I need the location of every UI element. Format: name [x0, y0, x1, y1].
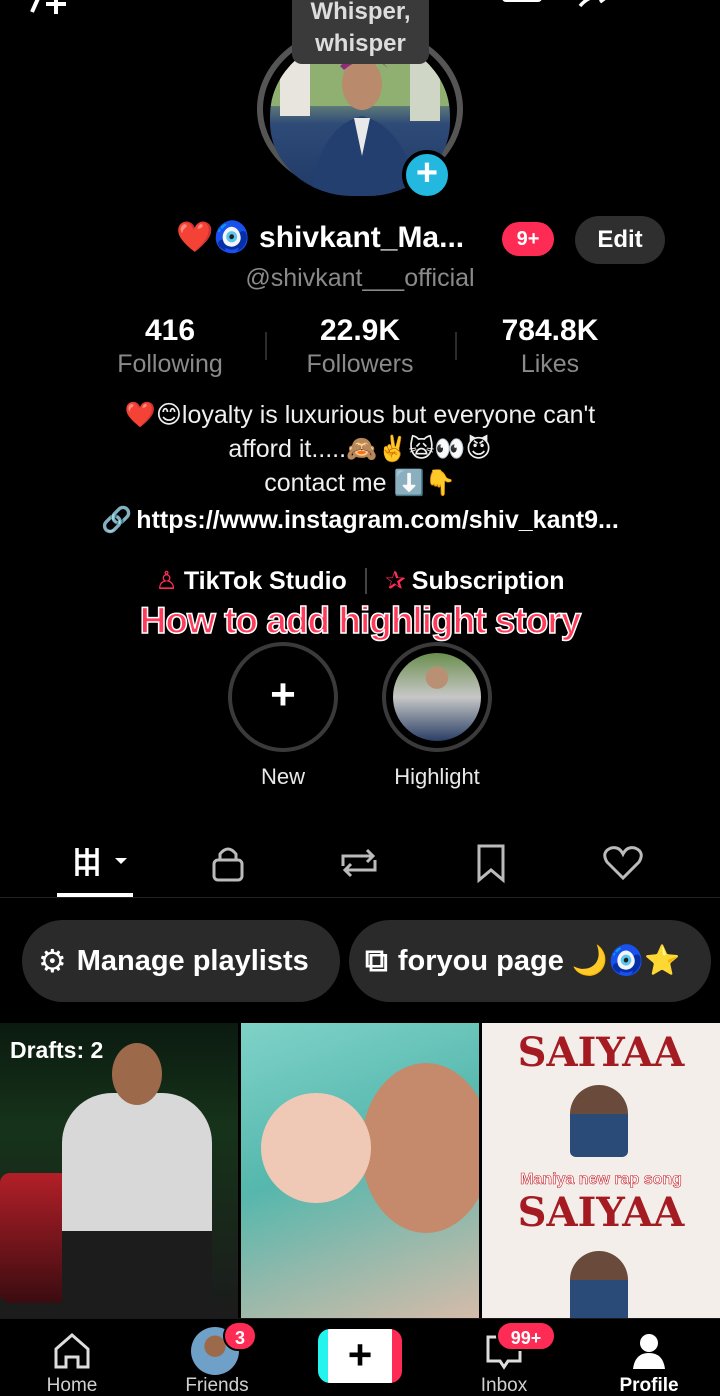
thumbnail-title: SAIYAA [517, 1029, 685, 1076]
creator-tools-row: ♙ TikTok Studio ✰ Subscription [0, 566, 720, 596]
divider [364, 568, 367, 594]
share-icon[interactable] [576, 0, 616, 10]
stat-label: Following [117, 350, 223, 378]
inbox-badge: 99+ [496, 1321, 556, 1351]
highlight-thumbnail [382, 642, 492, 752]
stat-value: 22.9K [319, 314, 401, 347]
menu-icon[interactable] [650, 0, 690, 10]
manage-playlists-button[interactable]: ⚙ Manage playlists [22, 920, 340, 1002]
add-story-button[interactable]: + [402, 150, 452, 200]
bio-line: afford it.....🙈✌️🙀👀😈 [228, 435, 492, 463]
lock-icon [212, 847, 244, 882]
tab-saved[interactable] [451, 838, 531, 898]
video-grid: Drafts: 2 SAIYAA Maniya new rap song SAI… [0, 1023, 720, 1319]
thumbnail-subtitle: Maniya new rap song [520, 1171, 682, 1189]
studio-icon: ♙ [155, 567, 178, 595]
whisper-tooltip: Whisper, whisper [292, 0, 429, 64]
home-icon [54, 1333, 90, 1369]
bio-link[interactable]: 🔗 https://www.instagram.com/shiv_kant9... [0, 506, 720, 535]
nav-label: Profile [619, 1375, 679, 1396]
top-right-icons [502, 0, 690, 10]
tiktok-studio-label: TikTok Studio [183, 567, 347, 595]
bio: ❤️😊loyalty is luxurious but everyone can… [0, 398, 720, 500]
gear-icon: ⚙ [38, 943, 67, 979]
stat-likes[interactable]: 784.8K Likes [455, 314, 645, 384]
drafts-label: Drafts: 2 [10, 1037, 104, 1063]
nav-inbox[interactable]: 99+ Inbox [444, 1319, 564, 1396]
footprints-icon[interactable] [502, 0, 542, 2]
nav-friends[interactable]: 3 Friends [157, 1319, 277, 1396]
thumbnail-title: SAIYAA [517, 1189, 685, 1236]
thumbnail-shape [570, 1085, 628, 1157]
stat-label: Likes [520, 350, 580, 378]
highlight-label: New [260, 764, 305, 789]
tab-private[interactable] [188, 838, 268, 898]
bio-line: ❤️😊loyalty is luxurious but everyone can… [124, 401, 596, 429]
subscription-icon: ✰ [384, 567, 406, 595]
edit-profile-button[interactable]: Edit [575, 216, 665, 264]
name-row: ❤️🧿 shivkant_Ma... 9+ Edit [0, 216, 720, 264]
stat-value: 784.8K [501, 314, 599, 347]
thumbnail-shape [361, 1063, 479, 1233]
playlist-icon: ⧉ [365, 942, 388, 978]
plus-icon: + [228, 642, 338, 752]
username-handle: @shivkant___official [245, 264, 475, 292]
highlight-label: Highlight [394, 764, 480, 789]
profile-stats: 416 Following 22.9K Followers 784.8K Lik… [75, 314, 645, 384]
chip-label: Manage playlists [76, 944, 309, 977]
thumbnail-shape [0, 1173, 70, 1303]
subscription-link[interactable]: ✰ Subscription [385, 566, 565, 596]
add-friend-icon[interactable] [26, 0, 86, 35]
bio-line: contact me ⬇️👇 [264, 469, 456, 497]
stat-label: Followers [306, 350, 414, 378]
stat-divider [265, 332, 267, 360]
video-thumbnail[interactable]: SAIYAA Maniya new rap song SAIYAA [482, 1023, 720, 1319]
thumbnail-shape [570, 1251, 628, 1319]
stat-followers[interactable]: 22.9K Followers [265, 314, 455, 384]
videos-grid-icon [75, 848, 127, 876]
nav-label: Friends [185, 1375, 249, 1396]
content-tabs [0, 838, 720, 898]
stat-divider [455, 332, 457, 360]
thumbnail-shape [112, 1043, 162, 1105]
nav-profile[interactable]: Profile [589, 1319, 709, 1396]
thumbnail-shape [261, 1093, 371, 1203]
tiktok-studio-link[interactable]: ♙ TikTok Studio [155, 566, 346, 596]
new-highlight[interactable]: + New [228, 642, 338, 790]
link-icon: 🔗 [101, 506, 133, 534]
bio-link-text: https://www.instagram.com/shiv_kant9... [136, 506, 619, 534]
tab-reposts[interactable] [319, 838, 399, 898]
playlist-chip[interactable]: ⧉ foryou page 🌙🧿⭐ [349, 920, 711, 1002]
profile-icon [633, 1334, 665, 1369]
notification-badge[interactable]: 9+ [502, 222, 554, 256]
display-name: ❤️🧿 shivkant_Ma... [176, 221, 465, 254]
chip-label: foryou page 🌙🧿⭐ [397, 945, 681, 977]
stat-following[interactable]: 416 Following [75, 314, 265, 384]
bottom-nav: Home 3 Friends + 99+ Inbox Profile [0, 1318, 720, 1396]
subscription-label: Subscription [411, 567, 565, 595]
nav-label: Home [46, 1375, 98, 1396]
repost-icon [341, 848, 377, 878]
video-overlay-caption: How to add highlight story [139, 599, 582, 642]
video-thumbnail[interactable] [241, 1023, 479, 1319]
active-tab-indicator [57, 893, 133, 897]
tab-videos[interactable] [55, 838, 135, 898]
highlight-story[interactable]: Highlight [382, 642, 492, 790]
bookmark-icon [477, 844, 505, 884]
heart-icon [603, 846, 643, 881]
plus-icon: + [328, 1329, 392, 1383]
nav-home[interactable]: Home [12, 1319, 132, 1396]
tab-liked[interactable] [583, 838, 663, 898]
thumbnail-shape [62, 1093, 212, 1319]
nav-label: Inbox [480, 1375, 528, 1396]
video-thumbnail-drafts[interactable]: Drafts: 2 [0, 1023, 238, 1319]
friends-badge: 3 [223, 1321, 257, 1351]
create-button[interactable]: + [318, 1329, 402, 1383]
stat-value: 416 [144, 314, 196, 347]
